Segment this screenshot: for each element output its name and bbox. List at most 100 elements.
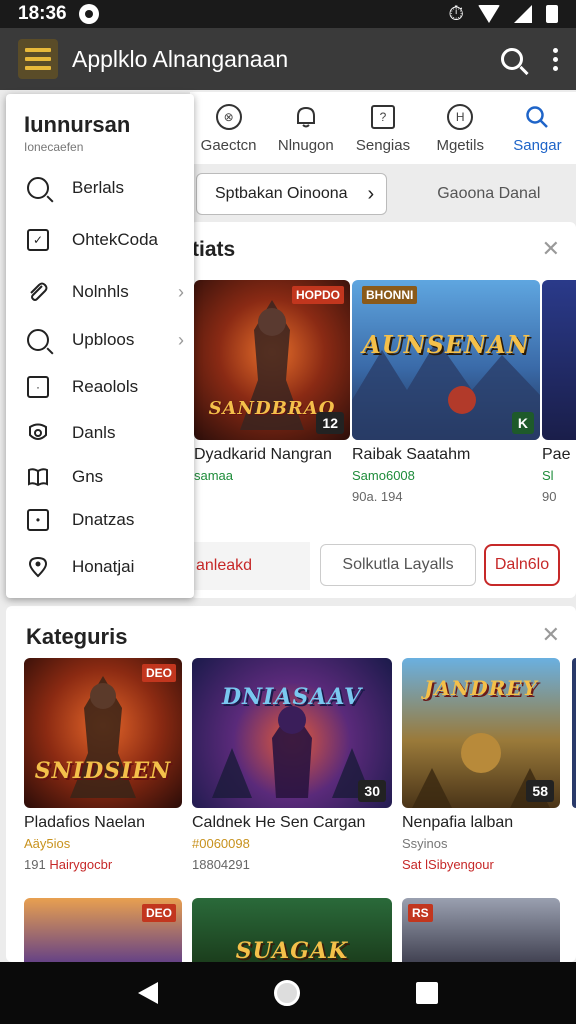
game-name: Pladafios Naelan — [24, 814, 145, 831]
featured-card: tiats ✕ SANDBRAO HOPDO 12 Dyadkarid Nang… — [190, 222, 576, 598]
game-sub: Aäy5ios — [24, 836, 71, 851]
search-icon — [27, 329, 49, 351]
drawer-item-reaolols[interactable]: · Reaolols — [24, 369, 184, 405]
featured-actions: anleakd Solkutla Layalls Daln6lo — [190, 542, 576, 590]
tab-label: Mgetils — [436, 136, 484, 154]
home-icon[interactable] — [274, 980, 300, 1006]
drawer-item-label: Honatjai — [72, 557, 135, 576]
game-logo-text: DNIASAAV — [221, 684, 363, 710]
game-name: Raibak Saatahm — [352, 446, 471, 463]
game-card[interactable]: RS — [402, 898, 560, 962]
drawer-item-berlals[interactable]: Berlals — [24, 170, 184, 206]
game-card[interactable]: SUAGAK — [192, 898, 392, 962]
drawer-item-upbloos[interactable]: Upbloos › — [24, 322, 184, 358]
game-thumbnail: SANDBRAO HOPDO 12 — [194, 280, 350, 440]
drawer-item-ohtekcoda[interactable]: ✓ OhtekCoda — [24, 222, 184, 258]
filter-pill[interactable]: Sptbakan Oinoona › — [196, 173, 388, 215]
game-tag: HOPDO — [291, 286, 344, 304]
drawer-item-nolnhls[interactable]: Nolnhls › — [24, 274, 184, 310]
drawer-item-danls[interactable]: Danls — [24, 415, 184, 451]
categories-card: Kateguris ✕ SNIDSIEN DEO Pladafios Naela… — [6, 606, 576, 962]
tab-gaectcn[interactable]: ⊗ Gaectcn — [190, 92, 267, 164]
checklist-icon: ? — [371, 104, 395, 129]
chevron-right-icon: › — [367, 182, 375, 205]
signal-icon — [514, 5, 532, 23]
game-tag: RS — [408, 904, 433, 922]
back-icon[interactable] — [138, 982, 158, 1004]
more-vert-icon[interactable] — [553, 47, 558, 71]
game-name: Caldnek He Sen Cargan — [192, 814, 366, 831]
tab-label: Sengias — [355, 136, 411, 154]
drawer-item-dnatzas[interactable]: • Dnatzas — [24, 502, 184, 538]
game-sub: Samo6008 — [352, 468, 415, 483]
game-card[interactable]: Pae Sl 90 — [542, 280, 576, 504]
game-logo-text: SUAGAK — [235, 938, 349, 962]
status-time: 18:36 — [18, 3, 67, 24]
game-card[interactable]: SANDBRAO HOPDO 12 Dyadkarid Nangran sama… — [194, 280, 350, 483]
game-logo-text: AUNSENAN — [362, 330, 530, 359]
game-badge: 12 — [316, 412, 344, 434]
drawer-item-label: Reaolols — [72, 377, 139, 396]
square-dot-icon: • — [27, 509, 49, 531]
tab-label: Nlnugon — [277, 136, 334, 154]
battery-icon — [546, 5, 558, 23]
game-thumbnail — [542, 280, 576, 440]
game-card[interactable]: SNIDSIEN DEO Pladafios Naelan Aäy5ios 19… — [24, 658, 182, 872]
search-icon[interactable] — [501, 48, 523, 70]
tab-label: Gaectcn — [200, 136, 257, 154]
recent-apps-icon[interactable] — [416, 982, 438, 1004]
search-icon — [27, 177, 49, 199]
drawer-item-label: Upbloos — [72, 330, 135, 349]
drawer-item-label: OhtekCoda — [72, 230, 158, 249]
alarm-icon: ⏱ — [448, 2, 464, 25]
categories-heading: Kateguris — [26, 624, 128, 649]
app-title: Applklo Alnanganaan — [72, 45, 289, 72]
drawer-item-honatjai[interactable]: Honatjai — [24, 549, 184, 585]
drawer-item-label: Danls — [72, 423, 116, 442]
close-icon[interactable]: ✕ — [542, 236, 560, 262]
game-badge: 30 — [358, 780, 386, 802]
game-sub: Sl — [542, 468, 554, 483]
game-card[interactable]: AUNSENAN BHONNI K Raibak Saatahm Samo600… — [352, 280, 540, 504]
game-logo-text: JANDREY — [424, 676, 538, 700]
game-thumbnail: SNIDSIEN DEO — [24, 658, 182, 808]
drawer-item-gns[interactable]: Gns — [24, 459, 184, 495]
bell-icon — [292, 103, 320, 131]
tab-mgetils[interactable]: H Mgetils — [422, 92, 499, 164]
game-card[interactable]: DEO — [24, 898, 182, 962]
game-meta: 90a. 194 — [352, 489, 403, 504]
tab-sangar[interactable]: Sangar — [499, 92, 576, 164]
tab-bar: ⊗ Gaectcn Nlnugon ? Sengias H Mgetils Sa… — [190, 92, 576, 164]
drawer-item-label: Gns — [72, 467, 104, 486]
outline-button[interactable]: Solkutla Layalls — [320, 544, 476, 586]
paperclip-icon — [24, 278, 52, 306]
game-name: Dyadkarid Nangran — [194, 446, 332, 463]
close-icon[interactable]: ✕ — [542, 622, 560, 648]
game-thumbnail: SUAGAK — [192, 898, 392, 962]
location-icon — [24, 553, 52, 581]
game-tag: BHONNI — [362, 286, 418, 304]
ghost-button[interactable]: anleakd — [190, 542, 310, 590]
tab-label: Sangar — [513, 136, 562, 154]
game-card[interactable]: JANDREY 58 Nenpafia lalban Ssyinos Sat l… — [402, 658, 560, 872]
game-sub: Ssyinos — [402, 836, 448, 851]
drawer-item-label: Nolnhls — [72, 282, 129, 301]
chevron-right-icon: › — [178, 329, 184, 350]
filter-pill-label: Sptbakan Oinoona — [215, 185, 348, 202]
game-thumbnail: RS — [402, 898, 560, 962]
game-card[interactable]: DNIASAAV 30 Caldnek He Sen Cargan #00600… — [192, 658, 392, 872]
game-meta: 191 Hairygocbr — [24, 857, 113, 872]
drawer-item-label: Berlals — [72, 178, 124, 197]
primary-button[interactable]: Daln6lo — [484, 544, 560, 586]
game-badge: 58 — [526, 780, 554, 802]
game-card[interactable] — [572, 658, 576, 808]
filter-row: Sptbakan Oinoona › Gaoona Danal — [190, 168, 576, 220]
hamburger-menu-icon[interactable] — [18, 39, 58, 79]
filter-alt-link[interactable]: Gaoona Danal — [437, 185, 540, 203]
game-name: Pae — [542, 446, 571, 463]
tab-sengias[interactable]: ? Sengias — [344, 92, 421, 164]
game-badge: K — [511, 412, 534, 434]
status-icons: ⏱ — [448, 3, 558, 26]
drawer-title: Iunnursan — [24, 112, 131, 137]
tab-nlnugon[interactable]: Nlnugon — [267, 92, 344, 164]
